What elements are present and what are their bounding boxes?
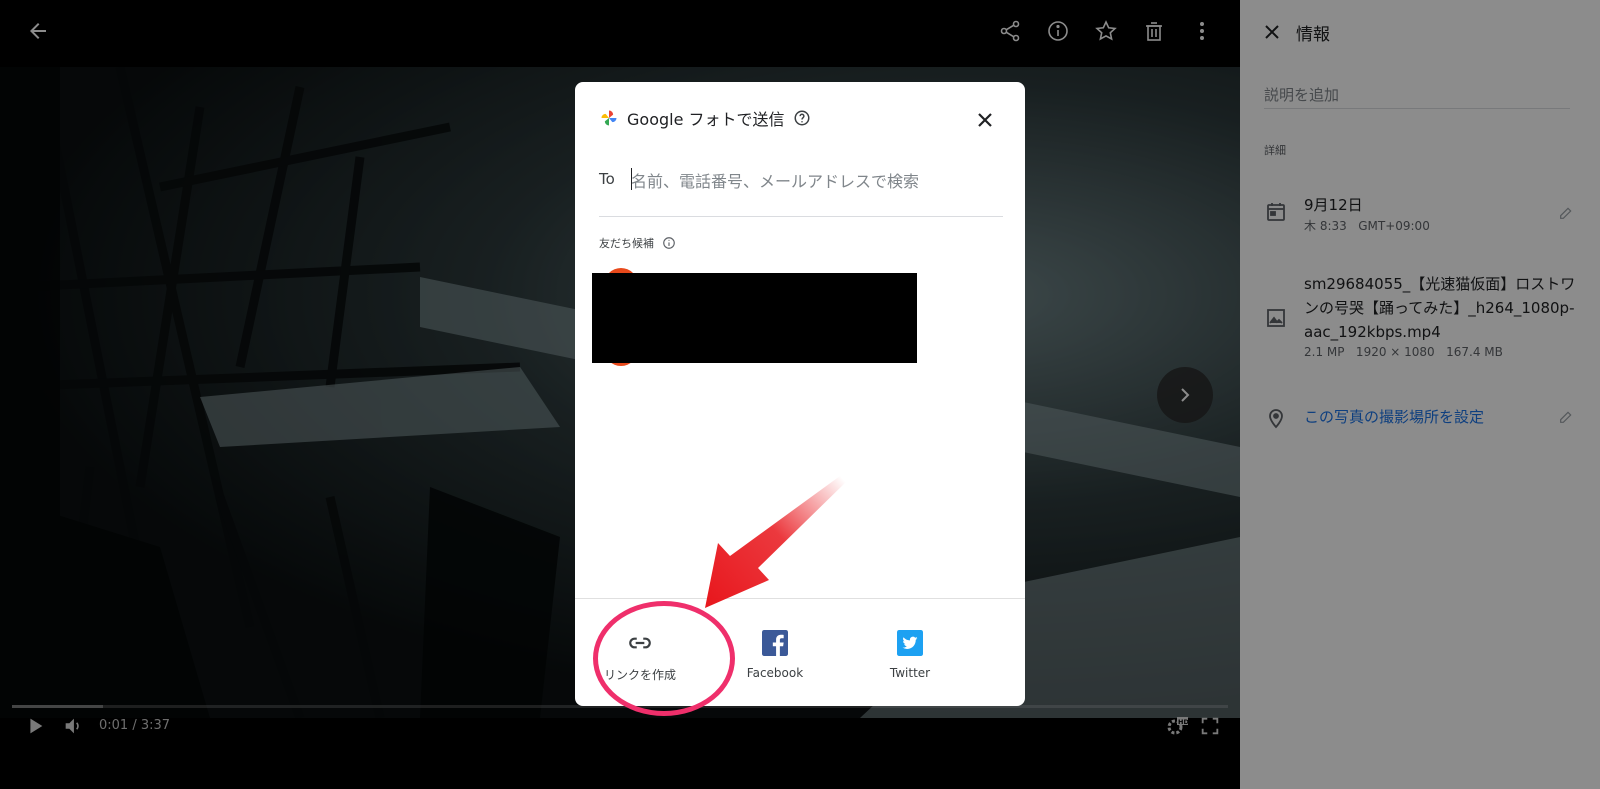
close-panel-icon[interactable] <box>1260 20 1284 48</box>
dialog-title: Google フォトで送信 <box>627 110 785 129</box>
next-photo-button[interactable] <box>1157 367 1213 423</box>
video-timecode: 0:01 / 3:37 <box>99 718 171 733</box>
hd-settings-icon[interactable]: HD <box>1165 715 1189 741</box>
chevron-right-icon <box>1181 388 1190 402</box>
back-arrow-icon[interactable] <box>24 17 52 45</box>
photo-time: 木 8:33 GMT+09:00 <box>1304 219 1430 233</box>
description-field[interactable]: 説明を追加 <box>1264 84 1570 109</box>
fullscreen-icon[interactable] <box>1199 715 1221 741</box>
delete-icon[interactable] <box>1140 17 1168 45</box>
recipient-search-input[interactable] <box>629 166 993 196</box>
google-photos-logo-icon <box>601 110 617 126</box>
suggestions-header: 友だち候補 <box>599 235 676 251</box>
info-panel-title: 情報 <box>1296 25 1330 45</box>
twitter-icon <box>897 630 923 656</box>
close-dialog-icon[interactable] <box>973 108 997 136</box>
edit-location-icon[interactable] <box>1558 409 1574 429</box>
file-meta: 2.1 MP 1920 × 1080 167.4 MB <box>1304 345 1503 359</box>
info-panel: 情報 説明を追加 詳細 9月12日 木 8:33 GMT+09:00 sm296… <box>1240 0 1600 789</box>
help-icon[interactable] <box>793 109 811 127</box>
star-icon[interactable] <box>1092 17 1120 45</box>
facebook-share-button[interactable]: Facebook <box>720 630 830 680</box>
volume-icon[interactable] <box>62 715 84 741</box>
info-small-icon[interactable] <box>662 236 676 250</box>
facebook-icon <box>762 630 788 656</box>
suggestions-label: 友だち候補 <box>599 237 654 250</box>
twitter-share-button[interactable]: Twitter <box>855 630 965 680</box>
redaction-box <box>592 273 917 363</box>
annotation-circle <box>593 601 735 716</box>
to-label: To <box>599 170 615 188</box>
twitter-label: Twitter <box>889 666 931 680</box>
info-icon[interactable] <box>1044 17 1072 45</box>
footer-divider <box>575 598 1025 599</box>
input-underline <box>599 216 1003 217</box>
edit-date-icon[interactable] <box>1558 205 1574 225</box>
photo-date: 9月12日 <box>1304 196 1363 214</box>
svg-text:HD: HD <box>1178 718 1189 726</box>
image-icon <box>1264 306 1288 334</box>
set-location-link[interactable]: この写真の撮影場所を設定 <box>1304 406 1484 427</box>
more-vert-icon[interactable] <box>1188 17 1216 45</box>
file-name: sm29684055_【光速猫仮面】ロストワンの号哭【踊ってみた】_h264_1… <box>1304 275 1576 341</box>
video-progress-fill <box>12 705 104 708</box>
calendar-icon <box>1264 200 1288 228</box>
facebook-label: Facebook <box>746 666 804 680</box>
text-caret <box>631 168 632 190</box>
dialog-header: Google フォトで送信 <box>599 106 811 130</box>
play-icon[interactable] <box>24 715 46 741</box>
location-pin-icon <box>1264 406 1288 434</box>
share-icon[interactable] <box>996 17 1024 45</box>
details-section-label: 詳細 <box>1264 144 1286 157</box>
